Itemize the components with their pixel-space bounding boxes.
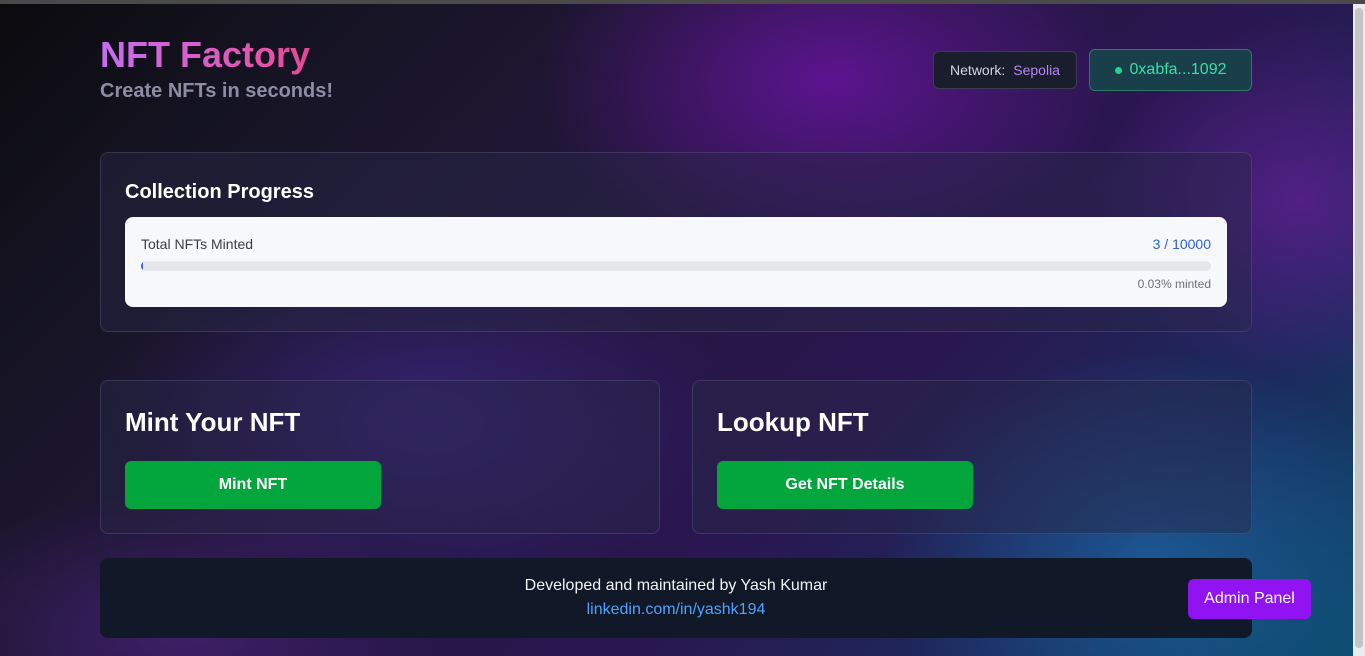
- connected-status-dot-icon: [1114, 66, 1122, 74]
- scrollbar-thumb[interactable]: [1355, 8, 1363, 648]
- vertical-scrollbar[interactable]: [1353, 4, 1365, 656]
- network-label: Network:: [950, 62, 1006, 78]
- window-top-edge: [0, 0, 1365, 4]
- brand-header: NFT Factory Create NFTs in seconds!: [100, 34, 333, 103]
- mint-card-title: Mint Your NFT: [125, 407, 301, 437]
- collection-progress-card: Collection Progress Total NFTs Minted 3 …: [100, 152, 1252, 332]
- wallet-address-button[interactable]: 0xabfa...1092: [1089, 49, 1252, 91]
- mint-card: Mint Your NFT Mint NFT: [100, 380, 660, 534]
- admin-panel-button[interactable]: Admin Panel: [1188, 579, 1311, 619]
- total-minted-label: Total NFTs Minted: [141, 236, 254, 252]
- linkedin-link[interactable]: linkedin.com/in/yashk194: [100, 601, 1252, 619]
- minted-count: 3 / 10000: [1152, 236, 1211, 252]
- app-title: NFT Factory: [100, 34, 333, 76]
- progress-bar: [141, 261, 1211, 271]
- footer-credit: Developed and maintained by Yash Kumar: [524, 577, 828, 594]
- progress-bar-fill: [141, 261, 143, 271]
- minted-percentage: 0.03% minted: [1137, 277, 1211, 291]
- lookup-card-title: Lookup NFT: [717, 407, 869, 437]
- mint-nft-button[interactable]: Mint NFT: [125, 461, 381, 509]
- network-value: Sepolia: [1013, 62, 1060, 78]
- footer: Developed and maintained by Yash Kumar l…: [100, 558, 1252, 638]
- get-nft-details-button[interactable]: Get NFT Details: [717, 461, 973, 509]
- progress-panel: Total NFTs Minted 3 / 10000 0.03% minted: [125, 217, 1227, 307]
- collection-progress-title: Collection Progress: [125, 181, 314, 203]
- network-indicator: Network: Sepolia: [933, 51, 1077, 89]
- app-subtitle: Create NFTs in seconds!: [100, 80, 334, 102]
- wallet-address: 0xabfa...1092: [1129, 61, 1227, 78]
- lookup-card: Lookup NFT Get NFT Details: [692, 380, 1252, 534]
